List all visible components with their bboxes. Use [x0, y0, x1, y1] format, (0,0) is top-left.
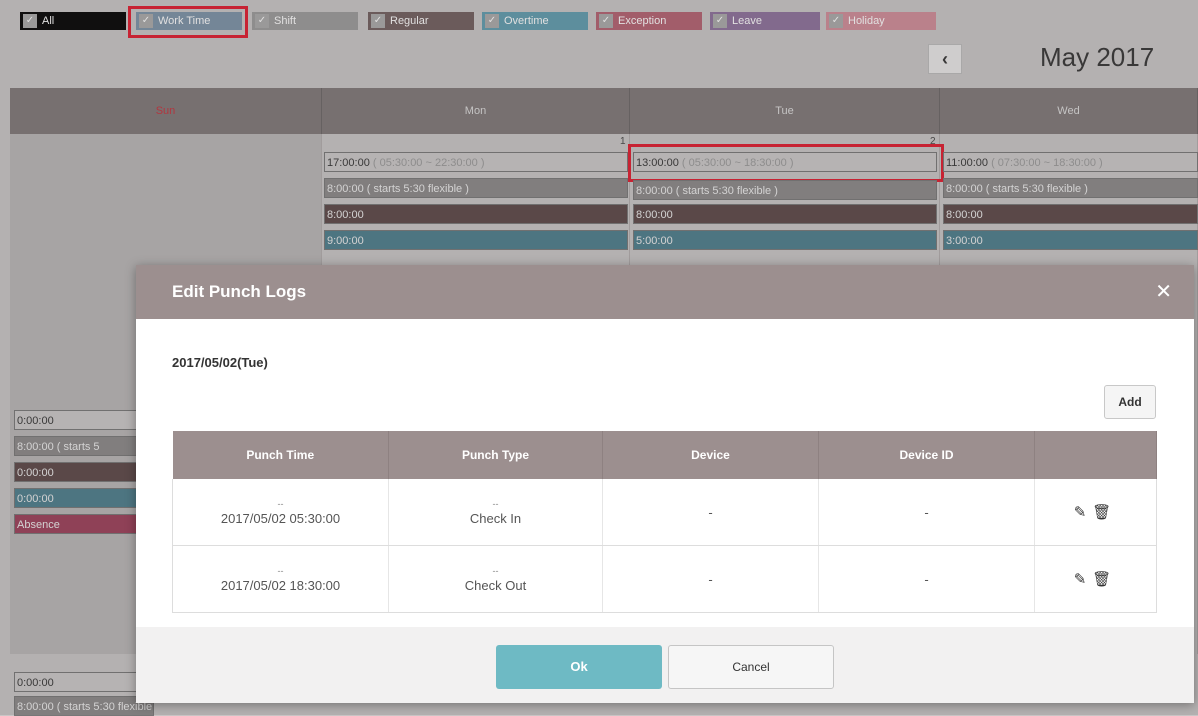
edit-punch-logs-dialog: Edit Punch Logs ✕ 2017/05/02(Tue) Add Pu… — [136, 265, 1194, 703]
trash-icon[interactable]: 🗑 — [1092, 504, 1117, 521]
dialog-header: Edit Punch Logs ✕ — [136, 265, 1194, 319]
table-header-row: Punch Time Punch Type Device Device ID — [172, 431, 1157, 479]
table-row: -- 2017/05/02 05:30:00 -- Check In - - ✎🗑 — [172, 479, 1157, 546]
col-punch-type[interactable]: Punch Type — [388, 431, 603, 479]
device-cell: - — [602, 545, 819, 613]
actions-cell: ✎🗑 — [1034, 545, 1157, 613]
device-id-cell: - — [818, 479, 1035, 546]
add-button[interactable]: Add — [1104, 385, 1156, 419]
col-device[interactable]: Device — [602, 431, 819, 479]
dialog-body: 2017/05/02(Tue) Add Punch Time Punch Typ… — [136, 319, 1194, 627]
pencil-icon[interactable]: ✎ — [1074, 504, 1093, 521]
col-device-id[interactable]: Device ID — [818, 431, 1035, 479]
cancel-button[interactable]: Cancel — [668, 645, 834, 689]
punch-log-table: Punch Time Punch Type Device Device ID -… — [172, 431, 1157, 613]
ok-button[interactable]: Ok — [496, 645, 662, 689]
close-icon[interactable]: ✕ — [1155, 279, 1172, 304]
punch-time-cell: -- 2017/05/02 18:30:00 — [172, 545, 389, 613]
actions-cell: ✎🗑 — [1034, 479, 1157, 546]
dialog-footer: Ok Cancel — [136, 627, 1194, 703]
col-actions — [1034, 431, 1157, 479]
punch-time-cell: -- 2017/05/02 05:30:00 — [172, 479, 389, 546]
device-id-cell: - — [818, 545, 1035, 613]
device-cell: - — [602, 479, 819, 546]
punch-date: 2017/05/02(Tue) — [172, 355, 268, 370]
punch-type-cell: -- Check In — [388, 479, 603, 546]
col-punch-time[interactable]: Punch Time — [172, 431, 389, 479]
trash-icon[interactable]: 🗑 — [1092, 571, 1117, 588]
dialog-title: Edit Punch Logs — [172, 282, 307, 301]
pencil-icon[interactable]: ✎ — [1074, 571, 1093, 588]
punch-type-cell: -- Check Out — [388, 545, 603, 613]
table-row: -- 2017/05/02 18:30:00 -- Check Out - - ✎🗑 — [172, 545, 1157, 613]
